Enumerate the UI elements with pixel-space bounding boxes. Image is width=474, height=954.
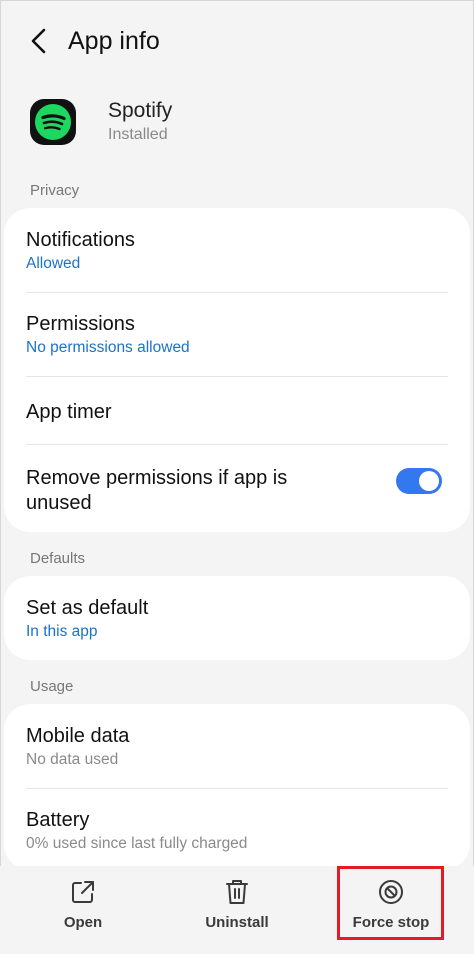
section-label-defaults: Defaults xyxy=(30,550,86,567)
divider xyxy=(26,292,448,293)
open-label: Open xyxy=(63,914,103,931)
divider xyxy=(26,444,448,445)
set-as-default-title: Set as default xyxy=(26,597,149,619)
mobile-data-value: No data used xyxy=(26,751,119,768)
permissions-title: Permissions xyxy=(26,313,135,335)
app-timer-title: App timer xyxy=(26,401,112,423)
force-stop-label: Force stop xyxy=(352,914,430,931)
notifications-value: Allowed xyxy=(26,255,81,272)
app-status: Installed xyxy=(108,126,168,143)
battery-value: 0% used since last fully charged xyxy=(26,835,248,852)
remove-permissions-item[interactable]: Remove permissions if app is unused xyxy=(26,466,374,516)
block-icon xyxy=(379,880,403,904)
mobile-data-title: Mobile data xyxy=(26,725,130,747)
page-title: App info xyxy=(68,26,160,55)
divider xyxy=(26,376,448,377)
open-external-icon xyxy=(72,881,94,903)
back-button[interactable] xyxy=(10,18,68,64)
remove-permissions-title-line1: Remove permissions if app is xyxy=(26,467,288,489)
open-button[interactable]: Open xyxy=(23,870,143,940)
set-as-default-value: In this app xyxy=(26,623,98,640)
chevron-left-icon xyxy=(31,28,46,54)
section-label-usage: Usage xyxy=(30,678,74,695)
app-name: Spotify xyxy=(108,99,173,122)
spotify-app-icon xyxy=(30,99,76,145)
toggle-knob xyxy=(419,471,439,491)
permissions-value: No permissions allowed xyxy=(26,339,190,356)
set-as-default-item[interactable]: Set as default In this app xyxy=(26,596,448,643)
remove-permissions-toggle[interactable] xyxy=(396,468,442,494)
mobile-data-item[interactable]: Mobile data No data used xyxy=(26,724,448,771)
app-header: Spotify Installed xyxy=(30,98,172,146)
app-timer-item[interactable]: App timer xyxy=(26,400,448,425)
section-label-privacy: Privacy xyxy=(30,182,80,199)
notifications-item[interactable]: Notifications Allowed xyxy=(26,228,448,275)
notifications-title: Notifications xyxy=(26,229,135,251)
battery-title: Battery xyxy=(26,809,90,831)
uninstall-button[interactable]: Uninstall xyxy=(177,870,297,940)
divider xyxy=(26,788,448,789)
top-app-bar: App info xyxy=(0,18,474,64)
trash-icon xyxy=(226,880,248,904)
battery-item[interactable]: Battery 0% used since last fully charged xyxy=(26,808,448,855)
remove-permissions-title-line2: unused xyxy=(26,492,92,514)
permissions-item[interactable]: Permissions No permissions allowed xyxy=(26,312,448,359)
force-stop-button[interactable]: Force stop xyxy=(331,870,451,940)
spotify-logo-icon xyxy=(35,104,71,140)
uninstall-label: Uninstall xyxy=(205,914,269,931)
